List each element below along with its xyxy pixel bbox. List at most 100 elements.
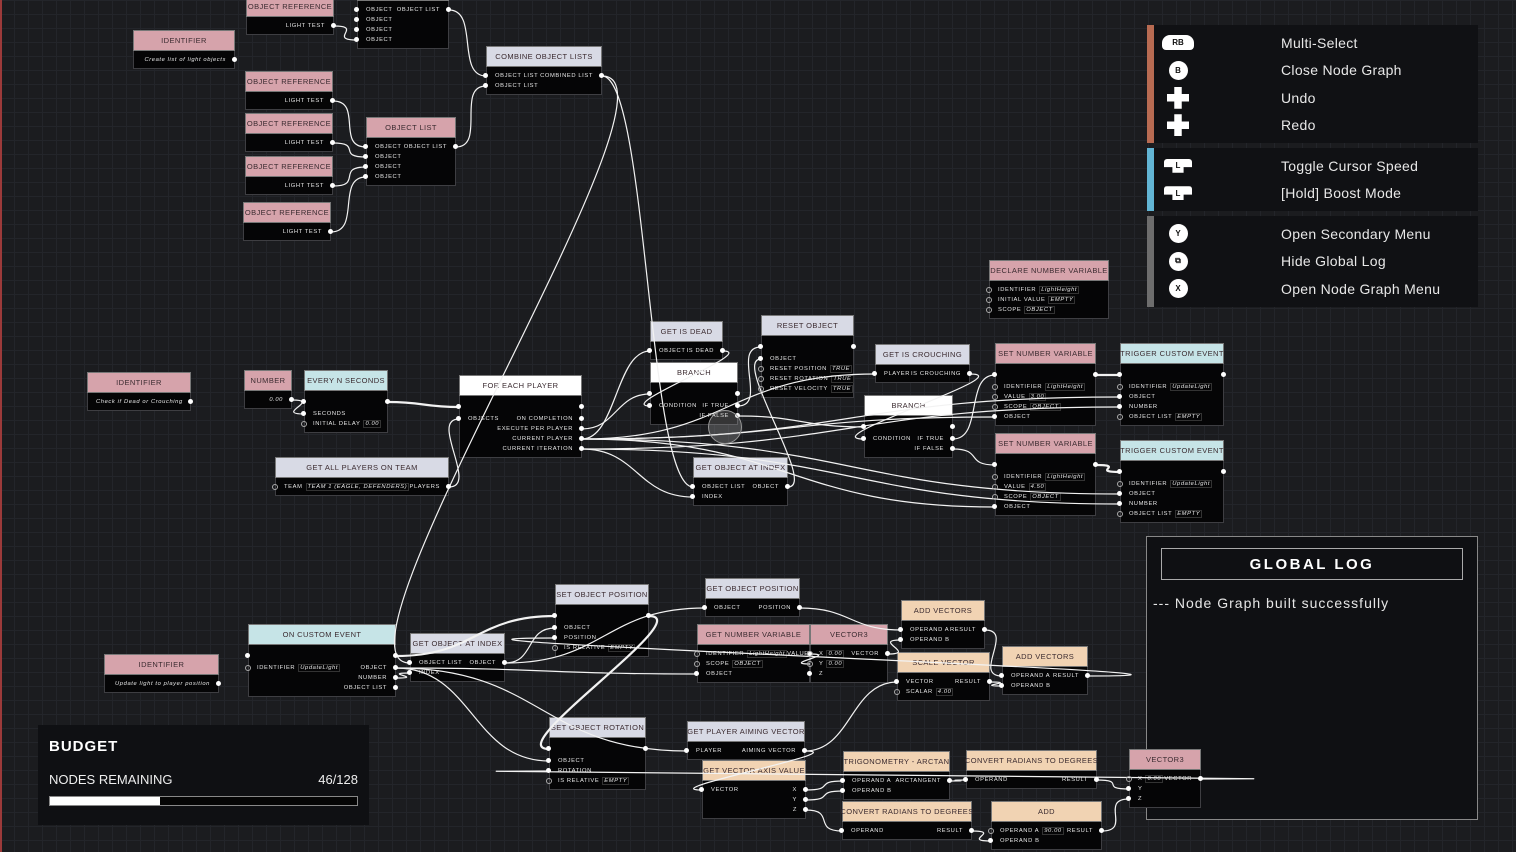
port-connector[interactable]	[758, 344, 763, 349]
port-connector[interactable]	[987, 679, 992, 684]
node-for-each-player[interactable]: FOR EACH PLAYER OBJECTS ON COMPLETION EXECU…	[459, 375, 582, 458]
port-connector[interactable]	[992, 484, 998, 490]
input-value[interactable]: 90.00	[1042, 827, 1064, 835]
node-branch[interactable]: BRANCH CONDITION IF TRUE IF FALSE	[864, 395, 953, 458]
node-header[interactable]: FOR EACH PLAYER	[459, 375, 582, 396]
node-header[interactable]: SET OBJECT ROTATION	[549, 717, 646, 738]
input-value[interactable]: EMPTY	[602, 777, 630, 785]
port-connector[interactable]	[872, 371, 877, 376]
node-get-number-variable[interactable]: GET NUMBER VARIABLE IDENTIFIER LightHeight…	[697, 624, 810, 683]
node-header[interactable]: GET PLAYER AIMING VECTOR	[687, 721, 805, 742]
input-value[interactable]: OBJECT	[1030, 403, 1061, 411]
node-convert-radians-to-degrees[interactable]: CONVERT RADIANS TO DEGREES OPERAND RESULT	[840, 801, 973, 840]
port-connector[interactable]	[840, 788, 845, 793]
input-value[interactable]: OBJECT	[1024, 306, 1055, 314]
port-connector[interactable]	[894, 689, 900, 695]
port-connector[interactable]	[702, 605, 707, 610]
port-connector[interactable]	[354, 27, 359, 32]
port-connector[interactable]	[684, 748, 689, 753]
input-value[interactable]: EMPTY	[608, 644, 636, 652]
node-object-reference[interactable]: OBJECT REFERENCE LIGHT TEST	[246, 0, 334, 35]
node-header[interactable]: OBJECT REFERENCE	[245, 71, 333, 92]
node-header[interactable]: ADD	[991, 801, 1102, 822]
node-vector3[interactable]: VECTOR3 X 0.00 VECTOR Y 0.00 Z	[810, 624, 888, 683]
port-connector[interactable]	[354, 7, 359, 12]
port-connector[interactable]	[502, 660, 507, 665]
node-header[interactable]: GET IS CROUCHING	[875, 344, 970, 365]
port-connector[interactable]	[758, 376, 764, 382]
port-connector[interactable]	[950, 436, 955, 441]
port-connector[interactable]	[1117, 469, 1122, 474]
input-value[interactable]: EMPTY	[1175, 510, 1203, 518]
port-connector[interactable]	[272, 484, 278, 490]
port-connector[interactable]	[950, 446, 955, 451]
input-value[interactable]: 4.00	[935, 688, 954, 696]
node-set-object-position[interactable]: SET OBJECT POSITION OBJECT POSITION IS RELA…	[555, 584, 649, 657]
port-connector[interactable]	[245, 665, 251, 671]
port-connector[interactable]	[188, 399, 193, 404]
port-connector[interactable]	[407, 670, 412, 675]
node-header[interactable]: GET VECTOR AXIS VALUE	[702, 760, 806, 781]
input-value[interactable]: LightHeight	[1045, 473, 1086, 481]
port-connector[interactable]	[245, 653, 250, 658]
node-identifier[interactable]: IDENTIFIER Update light to player positio…	[104, 654, 219, 693]
node-header[interactable]: IDENTIFIER	[87, 372, 191, 393]
port-connector[interactable]	[579, 416, 584, 421]
port-connector[interactable]	[785, 484, 790, 489]
port-connector[interactable]	[803, 787, 808, 792]
input-value[interactable]: EMPTY	[1048, 296, 1076, 304]
input-value[interactable]: 0.00	[826, 650, 845, 658]
port-connector[interactable]	[546, 768, 551, 773]
port-connector[interactable]	[694, 651, 700, 657]
port-connector[interactable]	[999, 673, 1004, 678]
node-header[interactable]: SCALE VECTOR	[897, 652, 990, 673]
node-add-vectors[interactable]: ADD VECTORS OPERAND A RESULT OPERAND B	[901, 600, 985, 649]
node-object-reference[interactable]: OBJECT REFERENCE LIGHT TEST	[245, 113, 333, 152]
input-value[interactable]: 3.00	[1028, 393, 1047, 401]
port-connector[interactable]	[1117, 511, 1123, 517]
port-connector[interactable]	[301, 411, 306, 416]
port-connector[interactable]	[735, 391, 740, 396]
port-connector[interactable]	[986, 287, 992, 293]
port-connector[interactable]	[1117, 394, 1122, 399]
input-value[interactable]: EMPTY	[1175, 413, 1203, 421]
port-connector[interactable]	[446, 484, 451, 489]
node-set-number-variable[interactable]: SET NUMBER VARIABLE IDENTIFIER LightHeight…	[995, 433, 1096, 516]
port-connector[interactable]	[1117, 414, 1123, 420]
port-connector[interactable]	[546, 758, 551, 763]
port-connector[interactable]	[807, 651, 813, 657]
node-header[interactable]: SET OBJECT POSITION	[555, 584, 649, 605]
port-connector[interactable]	[986, 297, 992, 303]
input-value[interactable]: UpdateLight	[1170, 383, 1213, 391]
input-value[interactable]: LightHeight	[747, 650, 788, 658]
port-connector[interactable]	[1126, 796, 1131, 801]
port-connector[interactable]	[393, 665, 398, 670]
port-connector[interactable]	[301, 421, 307, 427]
node-header[interactable]: BRANCH	[864, 395, 953, 416]
port-connector[interactable]	[456, 404, 461, 409]
port-connector[interactable]	[446, 7, 451, 12]
port-connector[interactable]	[992, 494, 998, 500]
port-connector[interactable]	[579, 404, 584, 409]
port-connector[interactable]	[988, 838, 993, 843]
port-connector[interactable]	[393, 675, 398, 680]
port-connector[interactable]	[1126, 786, 1131, 791]
node-header[interactable]: GET OBJECT AT INDEX	[693, 457, 788, 478]
port-connector[interactable]	[330, 140, 335, 145]
port-connector[interactable]	[363, 154, 368, 159]
port-connector[interactable]	[803, 797, 808, 802]
port-connector[interactable]	[354, 17, 359, 22]
input-value[interactable]: 0.00	[363, 420, 382, 428]
port-connector[interactable]	[393, 685, 398, 690]
port-connector[interactable]	[1117, 501, 1122, 506]
node-object-list[interactable]: OBJECT LIST OBJECT OBJECT LIST OBJECT OBJECT…	[366, 117, 456, 186]
port-connector[interactable]	[758, 366, 764, 372]
port-connector[interactable]	[328, 229, 333, 234]
port-connector[interactable]	[699, 787, 704, 792]
node-header[interactable]: BRANCH	[650, 362, 738, 383]
node-get-player-aiming-vector[interactable]: GET PLAYER AIMING VECTOR PLAYER AIMING VEC…	[687, 721, 805, 760]
node-header[interactable]: TRIGGER CUSTOM EVENT	[1120, 343, 1224, 364]
node-identifier[interactable]: IDENTIFIER Check if Dead or Crouching	[87, 372, 191, 411]
port-connector[interactable]	[331, 23, 336, 28]
port-connector[interactable]	[1117, 404, 1122, 409]
